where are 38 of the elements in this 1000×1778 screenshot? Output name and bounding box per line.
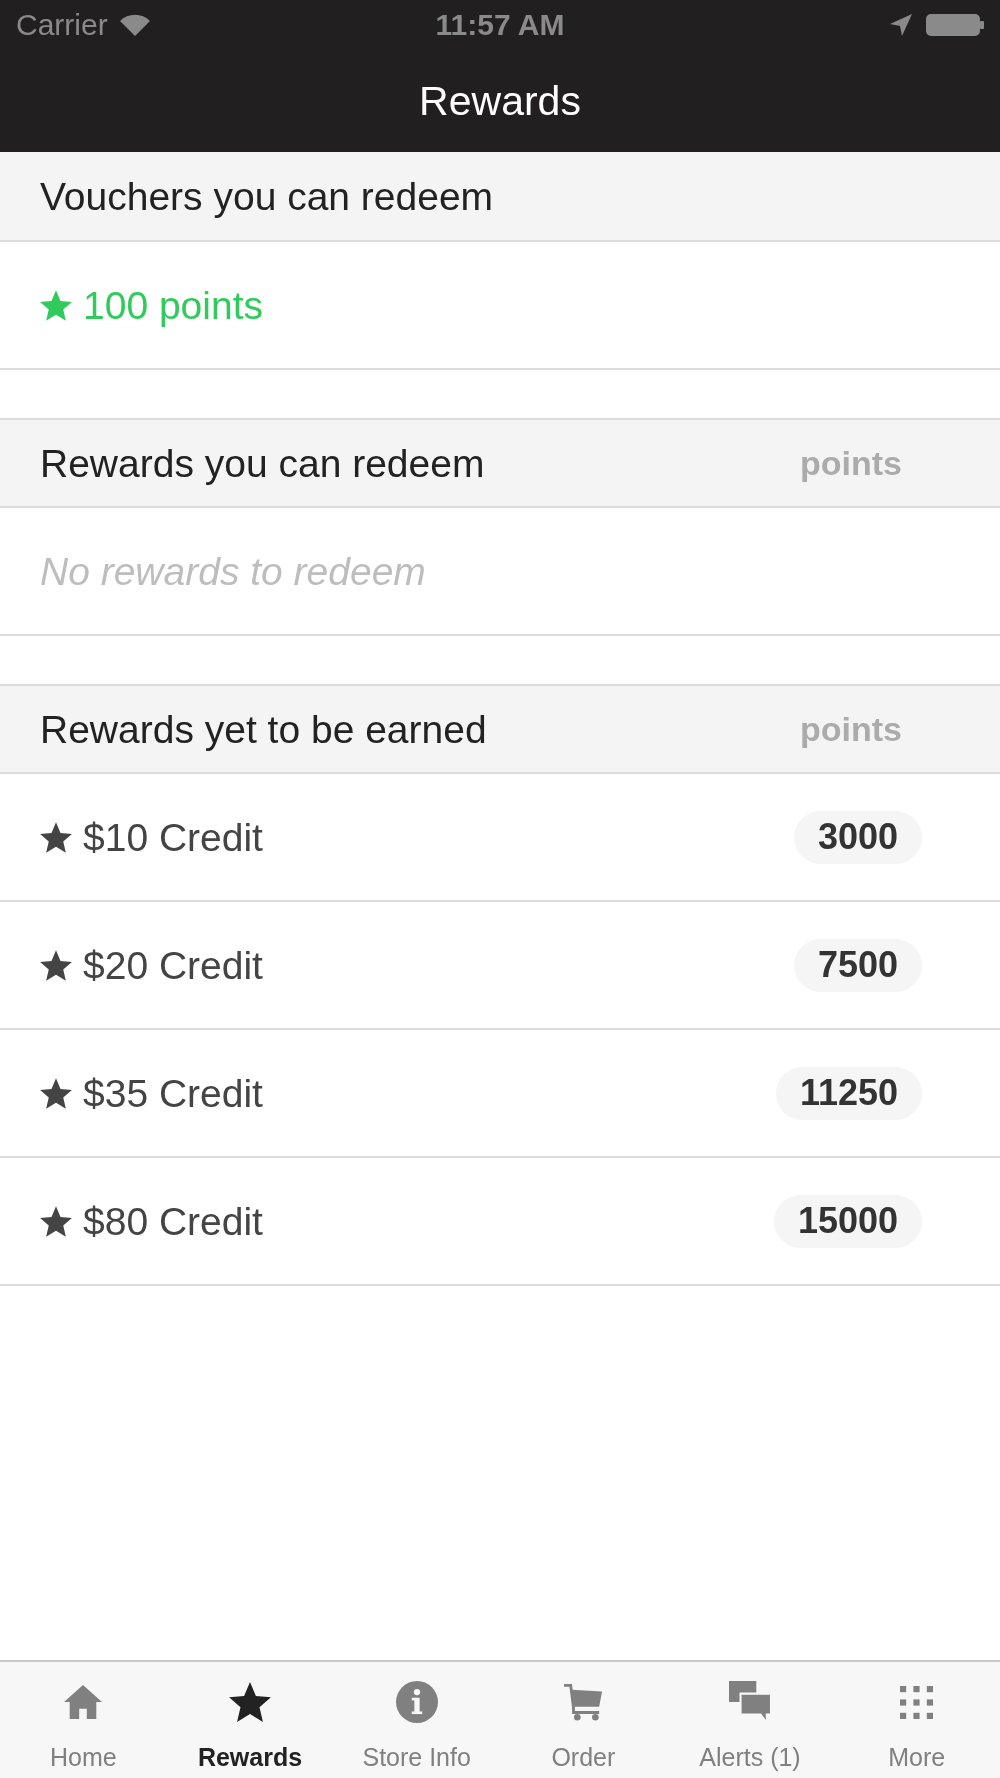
points-badge: 3000	[793, 810, 922, 864]
info-icon	[395, 1681, 438, 1723]
star-icon	[40, 1205, 72, 1237]
points-badge: 7500	[793, 938, 922, 992]
tab-item[interactable]: Alerts (1)	[666, 1662, 834, 1778]
home-icon	[64, 1684, 103, 1720]
cart-icon	[564, 1683, 603, 1721]
screen-title: Rewards	[419, 80, 581, 122]
star-icon	[40, 949, 72, 981]
reward-label: $10 Credit	[83, 817, 263, 857]
reward-label: $80 Credit	[83, 1201, 263, 1241]
star-icon	[229, 1682, 271, 1722]
points-badge: 11250	[775, 1066, 922, 1120]
star-icon	[40, 289, 72, 321]
column-label: points	[800, 712, 902, 746]
voucher-label[interactable]: 100 points	[83, 285, 263, 325]
tab-item[interactable]: Rewards	[166, 1662, 334, 1778]
tab-item[interactable]: Home	[0, 1662, 167, 1778]
star-icon	[40, 1077, 72, 1109]
empty-message: No rewards to redeem	[40, 551, 426, 591]
tab-item[interactable]: Order	[500, 1662, 667, 1778]
wifi-icon	[119, 14, 150, 36]
section-title: Vouchers you can redeem	[40, 176, 494, 216]
column-label: points	[800, 446, 902, 480]
carrier-label: Carrier	[16, 10, 108, 40]
reward-label: $35 Credit	[83, 1073, 263, 1113]
reward-label: $20 Credit	[83, 945, 263, 985]
tab-item[interactable]: Store Info	[333, 1662, 500, 1778]
status-time: 11:57 AM	[435, 10, 565, 40]
section-title: Rewards you can redeem	[40, 443, 485, 483]
grid-icon	[900, 1685, 934, 1719]
section-title: Rewards yet to be earned	[40, 709, 487, 749]
points-badge: 15000	[773, 1194, 922, 1248]
star-icon	[40, 821, 72, 853]
tab-item[interactable]: More	[833, 1662, 1000, 1778]
location-arrow-icon	[890, 14, 912, 36]
chat-bubbles-icon	[729, 1681, 771, 1723]
battery-icon	[926, 14, 984, 36]
